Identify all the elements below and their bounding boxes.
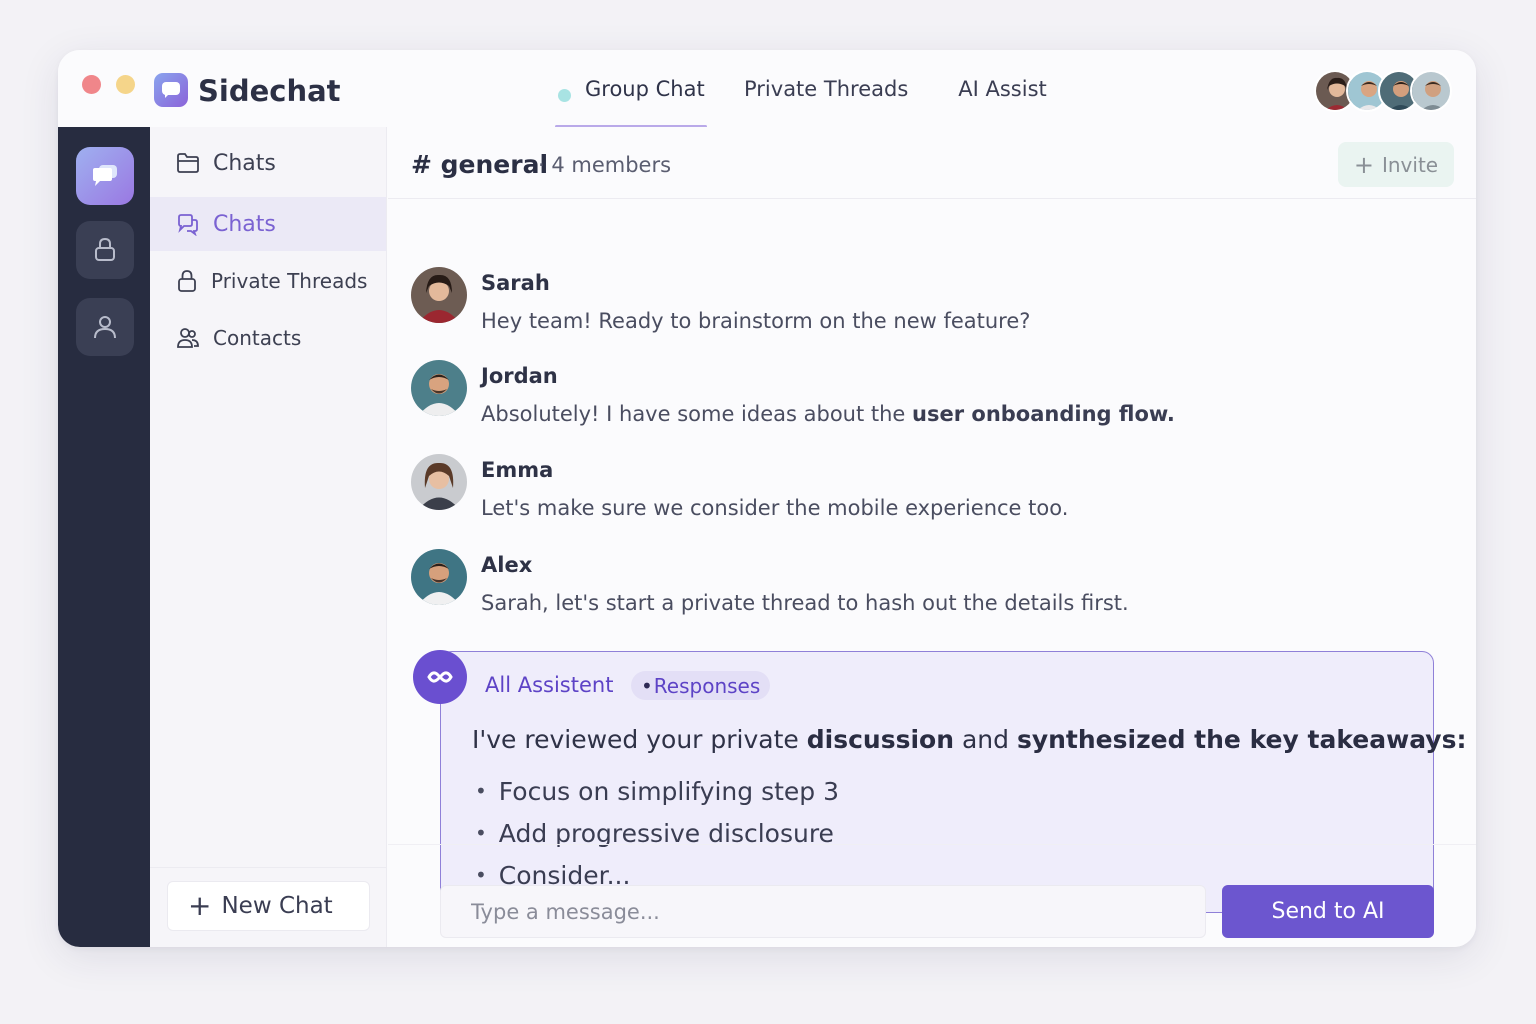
top-tab-bar: Group Chat Private Threads AI Assist bbox=[555, 50, 1047, 128]
user-icon bbox=[94, 316, 116, 339]
app-logo-icon bbox=[154, 73, 188, 107]
avatar bbox=[1410, 70, 1452, 112]
rail-private-button[interactable] bbox=[76, 221, 134, 279]
channel-member-count: · 4 members bbox=[538, 153, 672, 177]
tab-ai-assist[interactable]: AI Assist bbox=[958, 50, 1047, 128]
plus-icon: + bbox=[1353, 150, 1374, 179]
new-chat-button[interactable]: + New Chat bbox=[167, 881, 370, 931]
message-composer: Send to AI bbox=[388, 844, 1476, 947]
member-avatars[interactable] bbox=[1314, 70, 1452, 112]
sidebar-item-chats[interactable]: Chats bbox=[150, 197, 386, 251]
list-item: Focus on simplifying step 3 bbox=[475, 770, 839, 812]
window-minimize-button[interactable] bbox=[116, 75, 135, 94]
sidebar: Chats Chats Private Threads Contacts + N… bbox=[150, 127, 387, 947]
app-title: Sidechat bbox=[198, 74, 341, 108]
send-to-ai-button[interactable]: Send to AI bbox=[1222, 885, 1434, 938]
lock-icon bbox=[178, 270, 196, 292]
message-text: Hey team! Ready to brainstorm on the new… bbox=[481, 309, 1031, 333]
message-text: Sarah, let's start a private thread to h… bbox=[481, 591, 1129, 615]
ai-responses-tag[interactable]: • Responses bbox=[631, 671, 771, 700]
tab-label: Private Threads bbox=[744, 77, 909, 101]
sidebar-item-label: Contacts bbox=[213, 326, 302, 350]
chat-bubble-icon bbox=[178, 214, 198, 236]
channel-name: # general bbox=[411, 150, 549, 179]
avatar bbox=[411, 267, 467, 323]
title-bar: Sidechat Group Chat Private Threads AI A… bbox=[58, 50, 1476, 128]
chat-main: # general · 4 members + Invite Sarah Hey… bbox=[388, 127, 1476, 947]
contacts-icon bbox=[177, 328, 199, 348]
ai-author: All Assistent bbox=[485, 673, 614, 697]
sidebar-item-label: Chats bbox=[213, 150, 276, 176]
sidebar-item-label: Private Threads bbox=[211, 269, 368, 293]
tab-label: AI Assist bbox=[958, 77, 1047, 101]
plus-icon: + bbox=[188, 889, 212, 922]
sidebar-item-chats-header[interactable]: Chats bbox=[150, 136, 386, 190]
message-input[interactable] bbox=[440, 885, 1206, 938]
avatar bbox=[411, 549, 467, 605]
online-indicator-icon bbox=[558, 89, 571, 102]
tab-label: Group Chat bbox=[585, 77, 705, 101]
sidebar-item-contacts[interactable]: Contacts bbox=[150, 311, 386, 365]
message-author: Jordan bbox=[481, 364, 558, 388]
message-text: Let's make sure we consider the mobile e… bbox=[481, 496, 1069, 520]
avatar bbox=[411, 360, 467, 416]
message-author: Emma bbox=[481, 458, 554, 482]
message-author: Alex bbox=[481, 553, 533, 577]
app-window: Sidechat Group Chat Private Threads AI A… bbox=[58, 50, 1476, 947]
ai-assistant-avatar bbox=[413, 650, 467, 704]
new-chat-label: New Chat bbox=[221, 893, 333, 919]
tab-group-chat[interactable]: Group Chat bbox=[555, 50, 707, 128]
app-rail bbox=[58, 127, 150, 947]
sidebar-footer: + New Chat bbox=[150, 867, 386, 947]
window-close-button[interactable] bbox=[82, 75, 101, 94]
tab-private-threads[interactable]: Private Threads bbox=[744, 50, 908, 128]
lock-icon bbox=[95, 237, 115, 261]
ai-summary-text: I've reviewed your private discussion an… bbox=[472, 725, 1467, 754]
rail-chats-button[interactable] bbox=[76, 147, 134, 205]
sidebar-item-label: Chats bbox=[213, 211, 276, 237]
message-author: Sarah bbox=[481, 271, 550, 295]
channel-header: # general · 4 members + Invite bbox=[388, 127, 1476, 199]
ai-spark-icon bbox=[427, 671, 453, 683]
chat-bubble-icon bbox=[93, 165, 117, 186]
message-text: Absolutely! I have some ideas about the … bbox=[481, 402, 1175, 426]
sidebar-item-private-threads[interactable]: Private Threads bbox=[150, 254, 386, 308]
invite-label: Invite bbox=[1381, 152, 1439, 177]
folder-icon bbox=[177, 153, 199, 173]
avatar bbox=[411, 454, 467, 510]
invite-button[interactable]: + Invite bbox=[1338, 142, 1454, 187]
rail-contacts-button[interactable] bbox=[76, 298, 134, 356]
